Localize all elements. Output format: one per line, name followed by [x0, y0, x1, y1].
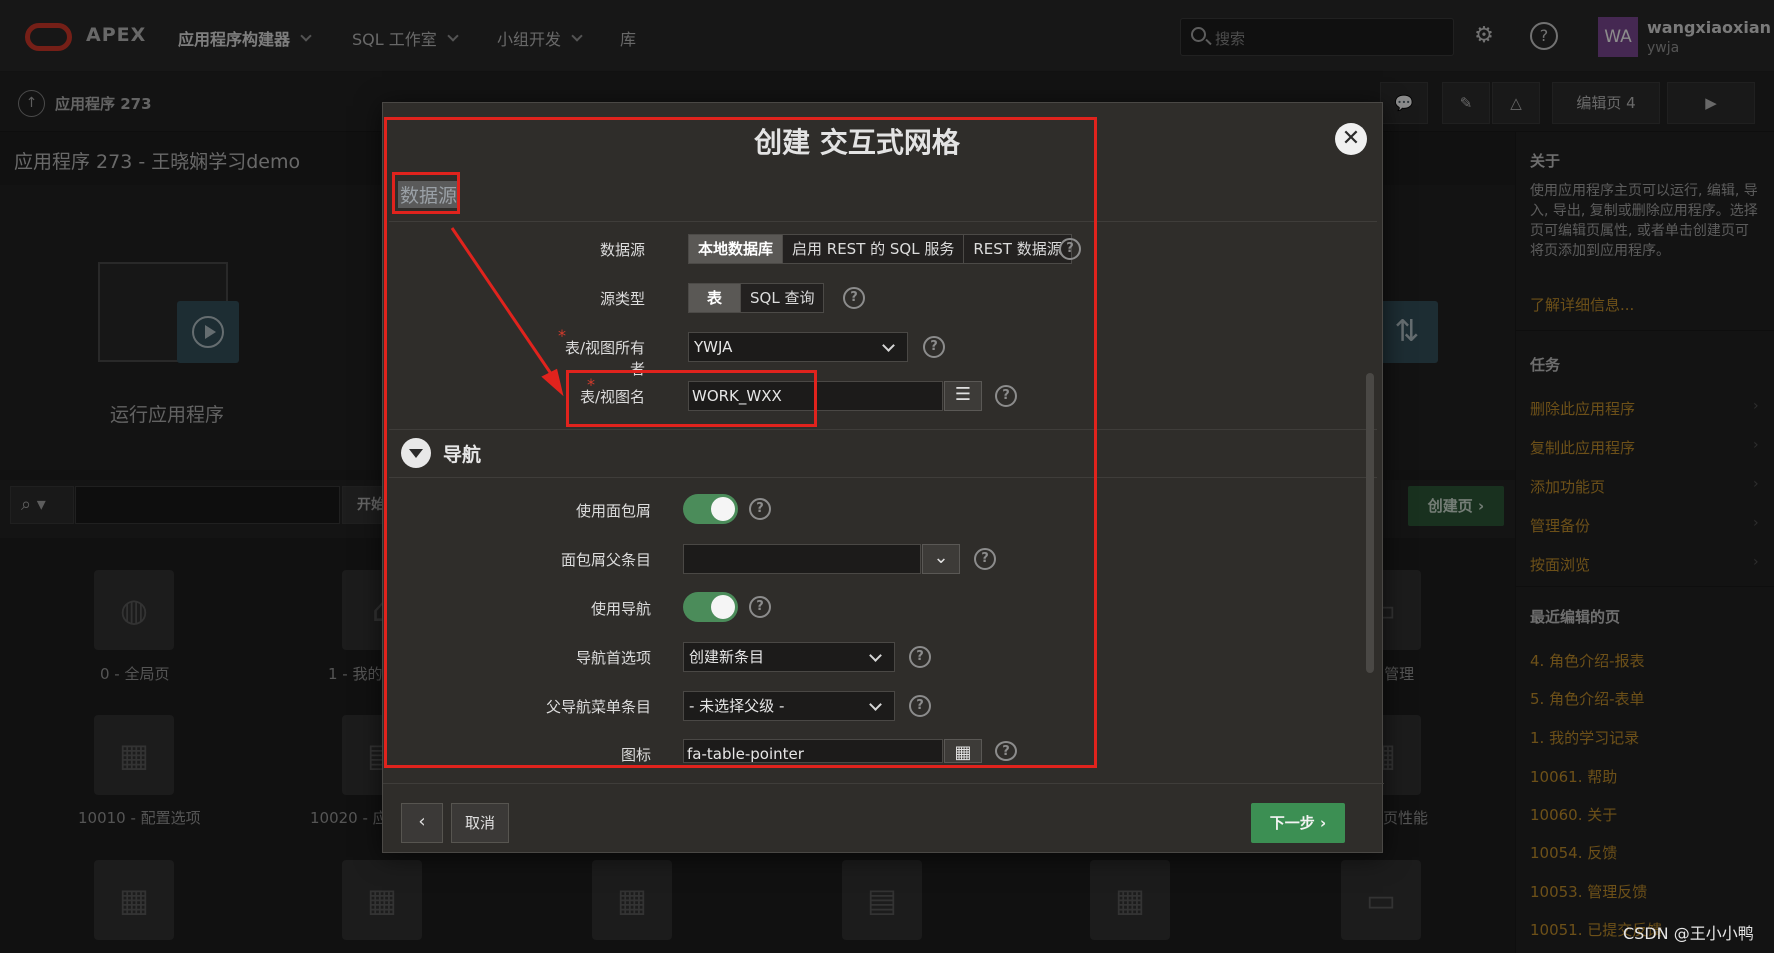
watermark: CSDN @王小小鸭 — [1623, 924, 1754, 943]
back-button[interactable]: ‹ — [401, 803, 443, 843]
cancel-button[interactable]: 取消 — [451, 803, 509, 843]
scrollbar[interactable] — [1366, 373, 1374, 673]
annotation-box-table-name — [566, 370, 817, 427]
next-button[interactable]: 下一步 › — [1251, 803, 1345, 843]
divider — [383, 783, 1384, 784]
annotation-box-dialog — [384, 117, 1097, 768]
close-icon[interactable]: ✕ — [1335, 123, 1367, 155]
annotation-box-section — [392, 172, 460, 214]
